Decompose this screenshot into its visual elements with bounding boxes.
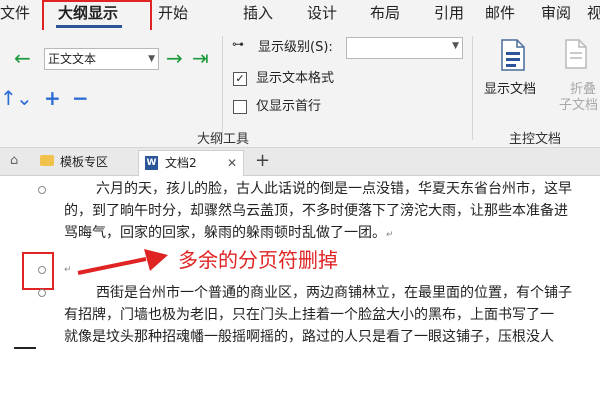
tab-layout[interactable]: 布局 [370, 0, 400, 28]
doc-tab-templates[interactable]: 模板专区 [34, 150, 134, 176]
outline-level-value: 正文文本 [48, 52, 97, 66]
document-tab-bar: ⌂ 模板专区 W 文档2 ✕ + [0, 148, 600, 176]
tab-review[interactable]: 审阅 [541, 0, 571, 28]
document-page[interactable]: 六月的天，孩儿的脸，古人此话说的倒是一点没错，华夏天东省台州市，这早 的，到了晌… [0, 177, 600, 400]
tab-home[interactable]: 开始 [158, 0, 188, 28]
show-level-label: 显示级别(S): [258, 40, 333, 55]
outline-bullet[interactable] [38, 289, 46, 297]
chevron-down-icon: ▼ [452, 41, 459, 51]
demote-arrow-icon[interactable]: → [166, 48, 183, 68]
close-icon[interactable]: ✕ [227, 151, 237, 175]
paragraph-line: 六月的天，孩儿的脸，古人此话说的倒是一点没错，华夏天东省台州市，这早 [96, 181, 572, 197]
show-text-format-checkbox[interactable]: ✓ [233, 72, 247, 86]
chevron-down-icon: ▼ [148, 54, 155, 64]
collapse-document-icon [565, 39, 587, 69]
show-level-icon: ⊶ [232, 37, 244, 51]
tab-file[interactable]: 文件 [0, 0, 30, 28]
page-break-highlight-box [22, 252, 54, 290]
move-up-icon[interactable]: ↑ [0, 88, 17, 108]
demote-to-body-icon[interactable]: ⇥ [192, 48, 209, 68]
outline-tools-group-label: 大纲工具 [197, 132, 250, 147]
ribbon-panel: ← → ⇥ 正文文本 ▼ ↑ ⌄ + − ⊶ 显示级别(S): ▼ ✓ 显示文本… [0, 30, 600, 148]
outline-level-select[interactable]: 正文文本 ▼ [44, 48, 159, 70]
promote-arrow-icon[interactable]: ← [14, 48, 31, 68]
doc-tab-label: 模板专区 [60, 155, 109, 169]
first-line-only-label: 仅显示首行 [256, 99, 322, 114]
collapse-icon[interactable]: − [72, 88, 89, 108]
paragraph-mark-icon: ↵ [64, 265, 72, 275]
show-text-format-label: 显示文本格式 [256, 71, 335, 86]
collapse-subdocuments-button[interactable]: 折叠 子文档 [554, 36, 600, 116]
collapse-label-line1: 折叠 [570, 82, 597, 97]
doc-tab-document2[interactable]: W 文档2 ✕ [138, 150, 244, 176]
show-document-button[interactable]: 显示文档 [480, 36, 546, 108]
home-icon[interactable]: ⌂ [10, 153, 18, 168]
paragraph-line: 的，到了晌午时分，却骤然乌云盖顶，不多时便落下了滂沱大雨，让那些本准备进 [64, 203, 568, 219]
tab-view[interactable]: 视 [587, 0, 600, 28]
paragraph-mark-icon: ↵ [386, 230, 394, 240]
tab-design[interactable]: 设计 [307, 0, 337, 28]
master-document-group-label: 主控文档 [509, 132, 562, 147]
document-icon [501, 39, 525, 71]
show-document-label: 显示文档 [484, 82, 537, 97]
tab-references[interactable]: 引用 [434, 0, 464, 28]
tab-mailings[interactable]: 邮件 [485, 0, 515, 28]
red-arrow-icon [77, 249, 168, 275]
paragraph-line-text: 骂晦气，回家的回家，躲雨的躲雨顿时乱做了一团。 [64, 225, 386, 241]
show-level-select[interactable]: ▼ [346, 37, 463, 59]
tab-insert[interactable]: 插入 [243, 0, 273, 28]
move-down-icon[interactable]: ⌄ [16, 88, 33, 108]
expand-icon[interactable]: + [44, 88, 61, 108]
paragraph-line: 西街是台州市一个普通的商业区，两边商铺林立，在最里面的位置，有个铺子 [96, 285, 572, 301]
annotation-text: 多余的分页符删掉 [178, 248, 338, 272]
word-doc-icon: W [145, 156, 158, 170]
collapse-label-line2: 子文档 [559, 98, 599, 113]
paragraph-line: 骂晦气，回家的回家，躲雨的躲雨顿时乱做了一团。↵ [64, 223, 394, 245]
outline-bullet[interactable] [38, 186, 46, 194]
first-line-only-checkbox[interactable] [233, 100, 247, 114]
doc-tab-label: 文档2 [165, 156, 197, 170]
new-tab-plus-icon[interactable]: + [255, 150, 270, 171]
ribbon-divider [222, 36, 223, 140]
folder-icon [40, 155, 54, 166]
paragraph-line: 有招牌，门墙也极为老旧，只在门头上挂着一个脸盆大小的黑布，上面书写了一 [64, 307, 554, 323]
ribbon-tab-bar: 文件 大纲显示 开始 插入 设计 布局 引用 邮件 审阅 视 [0, 0, 600, 36]
paragraph-line: 就像是坟头那种招魂幡一般摇啊摇的，路过的人只是看了一眼这铺子，压根没人 [64, 329, 554, 345]
end-of-document-mark [14, 347, 36, 349]
ribbon-divider [472, 36, 473, 140]
